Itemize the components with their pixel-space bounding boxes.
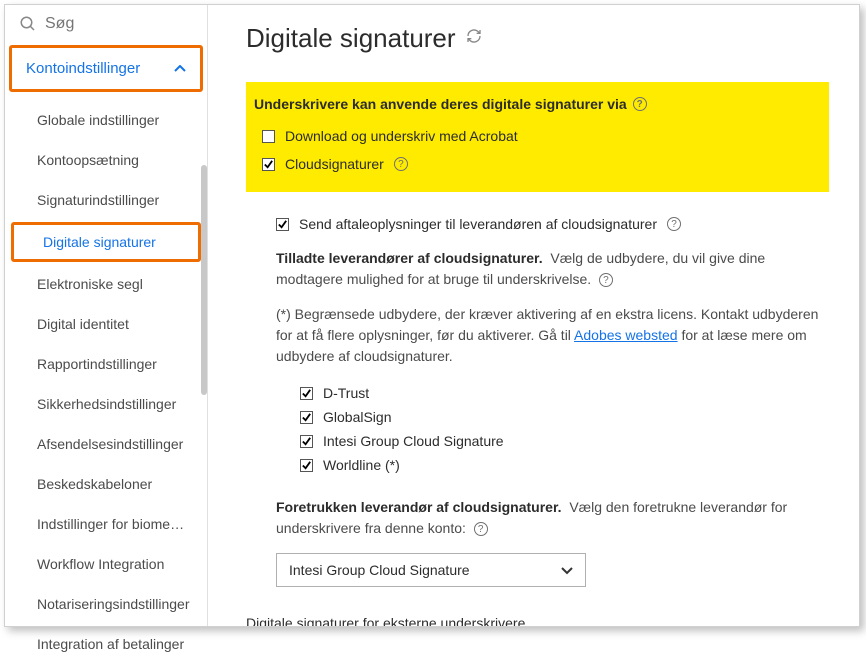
sidebar-item-signature[interactable]: Signaturindstillinger bbox=[5, 180, 207, 220]
provider-label: Worldline (*) bbox=[323, 457, 400, 473]
search-icon bbox=[19, 15, 37, 33]
sidebar-section-label: Kontoindstillinger bbox=[26, 60, 140, 77]
sidebar-item-global[interactable]: Globale indstillinger bbox=[5, 100, 207, 140]
option-label: Cloudsignaturer bbox=[285, 156, 384, 172]
highlight-heading-text: Underskrivere kan anvende deres digitale… bbox=[254, 96, 627, 112]
adobe-website-link[interactable]: Adobes websted bbox=[574, 327, 678, 343]
preferred-provider-text: Foretrukken leverandør af cloudsignature… bbox=[276, 497, 829, 539]
sidebar-item-workflow[interactable]: Workflow Integration bbox=[5, 544, 207, 584]
option-cloud-signatures[interactable]: Cloudsignaturer ? bbox=[254, 150, 813, 178]
allowed-providers-text: Tilladte leverandører af cloudsignaturer… bbox=[276, 248, 829, 290]
checkbox-icon[interactable] bbox=[300, 387, 313, 400]
checkbox-icon[interactable] bbox=[276, 218, 289, 231]
sidebar-item-biomedical[interactable]: Indstillinger for biomedi… bbox=[5, 504, 207, 544]
scrollbar-track[interactable] bbox=[201, 165, 207, 606]
checkbox-icon[interactable] bbox=[300, 459, 313, 472]
info-icon[interactable]: ? bbox=[474, 522, 488, 536]
checkbox-icon[interactable] bbox=[300, 411, 313, 424]
chevron-up-icon bbox=[174, 61, 186, 76]
scrollbar-thumb[interactable] bbox=[201, 165, 207, 395]
option-send-info[interactable]: Send aftaleoplysninger til leverandøren … bbox=[276, 210, 829, 238]
option-label: Send aftaleoplysninger til leverandøren … bbox=[299, 216, 657, 232]
page-title: Digitale signaturer bbox=[246, 23, 829, 54]
preferred-provider-select[interactable]: Intesi Group Cloud Signature bbox=[276, 553, 586, 587]
select-value: Intesi Group Cloud Signature bbox=[289, 562, 470, 578]
checkbox-icon[interactable] bbox=[262, 158, 275, 171]
option-download-acrobat[interactable]: Download og underskriv med Acrobat bbox=[254, 122, 813, 150]
nav-list: Globale indstillinger Kontoopsætning Sig… bbox=[5, 100, 207, 664]
sidebar-item-electronic-seals[interactable]: Elektroniske segl bbox=[5, 264, 207, 304]
sidebar-item-digital-signatures[interactable]: Digitale signaturer bbox=[11, 222, 201, 262]
provider-globalsign[interactable]: GlobalSign bbox=[300, 405, 829, 429]
provider-label: Intesi Group Cloud Signature bbox=[323, 433, 504, 449]
sidebar-item-payments[interactable]: Integration af betalinger bbox=[5, 624, 207, 664]
preferred-heading: Foretrukken leverandør af cloudsignature… bbox=[276, 499, 562, 515]
highlight-box: Underskrivere kan anvende deres digitale… bbox=[246, 82, 829, 192]
sidebar-section-account[interactable]: Kontoindstillinger bbox=[9, 45, 203, 92]
info-icon[interactable]: ? bbox=[394, 157, 408, 171]
sidebar-item-security[interactable]: Sikkerhedsindstillinger bbox=[5, 384, 207, 424]
allowed-heading: Tilladte leverandører af cloudsignaturer… bbox=[276, 250, 543, 266]
external-signers-heading: Digitale signaturer for eksterne undersk… bbox=[246, 605, 829, 626]
search-input[interactable] bbox=[45, 15, 193, 33]
provider-label: GlobalSign bbox=[323, 409, 392, 425]
provider-list: D-Trust GlobalSign Intesi Group Cloud Si… bbox=[300, 381, 829, 477]
search-wrap bbox=[5, 5, 207, 43]
refresh-icon[interactable] bbox=[466, 28, 482, 49]
sidebar-item-message-templates[interactable]: Beskedskabeloner bbox=[5, 464, 207, 504]
page-title-text: Digitale signaturer bbox=[246, 23, 456, 54]
provider-intesi[interactable]: Intesi Group Cloud Signature bbox=[300, 429, 829, 453]
provider-dtrust[interactable]: D-Trust bbox=[300, 381, 829, 405]
highlight-heading: Underskrivere kan anvende deres digitale… bbox=[254, 96, 813, 112]
provider-worldline[interactable]: Worldline (*) bbox=[300, 453, 829, 477]
sidebar-item-account-setup[interactable]: Kontoopsætning bbox=[5, 140, 207, 180]
info-icon[interactable]: ? bbox=[633, 97, 647, 111]
sidebar-item-notary[interactable]: Notariseringsindstillinger bbox=[5, 584, 207, 624]
chevron-down-icon bbox=[561, 562, 573, 578]
info-icon[interactable]: ? bbox=[667, 217, 681, 231]
sidebar-item-report[interactable]: Rapportindstillinger bbox=[5, 344, 207, 384]
checkbox-icon[interactable] bbox=[300, 435, 313, 448]
provider-label: D-Trust bbox=[323, 385, 369, 401]
sidebar-item-digital-identity[interactable]: Digital identitet bbox=[5, 304, 207, 344]
restricted-note: (*) Begrænsede udbydere, der kræver akti… bbox=[276, 304, 829, 367]
cloud-details: Send aftaleoplysninger til leverandøren … bbox=[246, 210, 829, 587]
sidebar-item-send[interactable]: Afsendelsesindstillinger bbox=[5, 424, 207, 464]
option-label: Download og underskriv med Acrobat bbox=[285, 128, 518, 144]
sidebar: Kontoindstillinger Globale indstillinger… bbox=[5, 5, 208, 626]
main-content: Digitale signaturer Underskrivere kan an… bbox=[208, 5, 859, 626]
checkbox-icon[interactable] bbox=[262, 130, 275, 143]
info-icon[interactable]: ? bbox=[599, 273, 613, 287]
